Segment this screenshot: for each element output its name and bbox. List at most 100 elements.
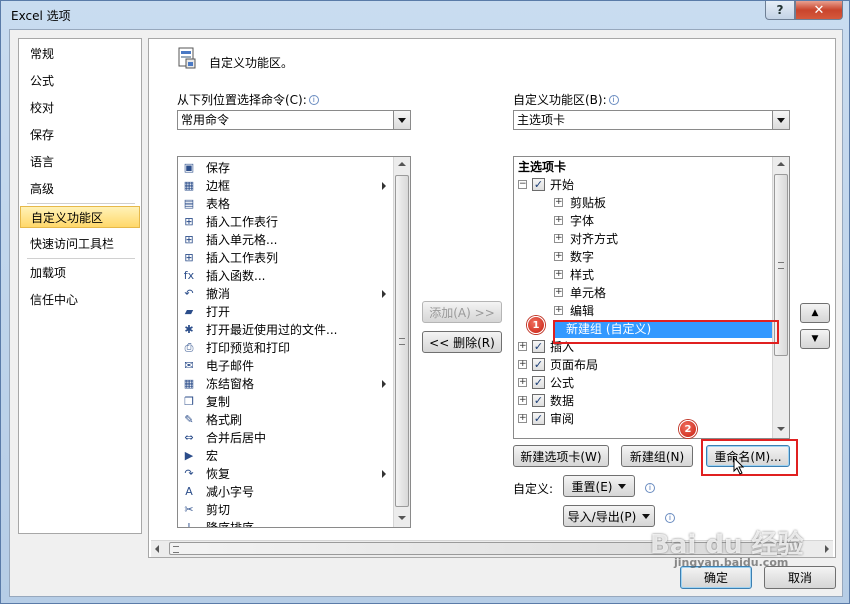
command-item[interactable]: ✎ 格式刷	[182, 411, 392, 429]
tree-group-node[interactable]: + 单元格	[514, 284, 772, 302]
command-item[interactable]: ▦ 边框	[182, 177, 392, 195]
help-button[interactable]: ?	[765, 1, 795, 20]
nav-item-formulas[interactable]: 公式	[20, 70, 140, 92]
ribbon-tree-scrollbar[interactable]	[772, 157, 789, 438]
command-item[interactable]: ⊞ 插入工作表列	[182, 249, 392, 267]
nav-item-add-ins[interactable]: 加载项	[20, 262, 140, 284]
scroll-thumb[interactable]	[395, 175, 409, 507]
command-item[interactable]: ⊞ 插入工作表行	[182, 213, 392, 231]
expand-icon[interactable]: +	[518, 342, 527, 351]
tree-tab-node[interactable]: + ✓ 数据	[514, 392, 772, 410]
new-tab-button[interactable]: 新建选项卡(W)	[513, 445, 609, 467]
command-item[interactable]: ⇔ 合并后居中	[182, 429, 392, 447]
expand-icon[interactable]: +	[554, 198, 563, 207]
format-painter-icon: ✎	[184, 413, 194, 426]
commands-list[interactable]: ▣ 保存 ▦ 边框 ▤ 表格 ⊞ 插入工作表行 ⊞ 插入单元格... ⊞ 插入工作表列 fx 插入函数..…	[177, 156, 411, 528]
tab-checkbox[interactable]: ✓	[532, 340, 545, 353]
tab-checkbox[interactable]: ✓	[532, 412, 545, 425]
expand-icon[interactable]: +	[518, 414, 527, 423]
command-item[interactable]: ▰ 打开	[182, 303, 392, 321]
tab-checkbox[interactable]: ✓	[532, 376, 545, 389]
nav-item-save[interactable]: 保存	[20, 124, 140, 146]
scroll-right-icon[interactable]	[825, 545, 829, 553]
title-bar[interactable]: Excel 选项 ? ✕	[1, 1, 849, 29]
command-item[interactable]: ▦ 冻结窗格	[182, 375, 392, 393]
chevron-down-icon[interactable]	[772, 111, 789, 129]
expand-icon[interactable]: +	[554, 306, 563, 315]
commands-list-scrollbar[interactable]	[393, 157, 410, 527]
nav-item-proofing[interactable]: 校对	[20, 97, 140, 119]
close-button[interactable]: ✕	[795, 1, 843, 20]
command-item[interactable]: ⎙ 打印预览和打印	[182, 339, 392, 357]
remove-button[interactable]: << 删除(R)	[422, 331, 502, 353]
tree-group-node[interactable]: + 样式	[514, 266, 772, 284]
nav-item-customize-ribbon[interactable]: 自定义功能区	[20, 206, 140, 228]
ribbon-tabs-combo[interactable]: 主选项卡	[513, 110, 790, 130]
collapse-icon[interactable]: −	[518, 180, 527, 189]
command-item[interactable]: ✂ 剪切	[182, 501, 392, 519]
info-icon: i	[645, 483, 655, 493]
command-item[interactable]: ✱ 打开最近使用过的文件...	[182, 321, 392, 339]
nav-item-trust-center[interactable]: 信任中心	[20, 289, 140, 311]
insert-column-icon: ⊞	[184, 251, 194, 264]
command-item[interactable]: ⊞ 插入单元格...	[182, 231, 392, 249]
recent-files-icon: ✱	[184, 323, 194, 336]
tree-group-node[interactable]: + 字体	[514, 212, 772, 230]
tree-tab-node[interactable]: + ✓ 公式	[514, 374, 772, 392]
move-down-button[interactable]: ▼	[800, 329, 830, 349]
tree-group-node[interactable]: + 编辑	[514, 302, 772, 320]
tree-group-node[interactable]: + 数字	[514, 248, 772, 266]
command-item[interactable]: fx 插入函数...	[182, 267, 392, 285]
nav-item-advanced[interactable]: 高级	[20, 178, 140, 200]
scroll-up-icon[interactable]	[394, 157, 410, 173]
tab-checkbox[interactable]: ✓	[532, 358, 545, 371]
choose-commands-combo[interactable]: 常用命令	[177, 110, 411, 130]
cancel-button[interactable]: 取消	[764, 566, 836, 589]
command-item[interactable]: ▣ 保存	[182, 159, 392, 177]
tree-tab-node[interactable]: + ✓ 审阅	[514, 410, 772, 428]
command-item[interactable]: ↓ 降序排序	[182, 519, 392, 527]
command-item[interactable]: ▤ 表格	[182, 195, 392, 213]
command-item[interactable]: ❐ 复制	[182, 393, 392, 411]
move-up-button[interactable]: ▲	[800, 303, 830, 323]
command-item[interactable]: A 减小字号	[182, 483, 392, 501]
tree-tab-node[interactable]: − ✓ 开始	[514, 176, 772, 194]
tree-tab-node[interactable]: + ✓ 页面布局	[514, 356, 772, 374]
scroll-up-icon[interactable]	[773, 157, 789, 173]
nav-item-general[interactable]: 常规	[20, 43, 140, 65]
expand-icon[interactable]: +	[554, 288, 563, 297]
expand-icon[interactable]: +	[554, 270, 563, 279]
expand-icon[interactable]: +	[518, 396, 527, 405]
ok-button[interactable]: 确定	[680, 566, 752, 589]
scroll-left-icon[interactable]	[155, 545, 159, 553]
chevron-down-icon	[618, 483, 627, 489]
tab-checkbox[interactable]: ✓	[532, 394, 545, 407]
command-item[interactable]: ↶ 撤消	[182, 285, 392, 303]
nav-item-language[interactable]: 语言	[20, 151, 140, 173]
expand-icon[interactable]: +	[554, 234, 563, 243]
expand-icon[interactable]: +	[554, 216, 563, 225]
chevron-down-icon[interactable]	[393, 111, 410, 129]
mouse-cursor-icon	[733, 457, 745, 475]
add-button[interactable]: 添加(A) >>	[422, 301, 502, 323]
expand-icon[interactable]: +	[554, 252, 563, 261]
expand-icon[interactable]: +	[518, 378, 527, 387]
expand-icon[interactable]: +	[518, 360, 527, 369]
import-export-label: 导入/导出(P)	[567, 509, 637, 524]
macro-icon: ▶	[184, 449, 194, 462]
command-item[interactable]: ↷ 恢复	[182, 465, 392, 483]
tree-group-node[interactable]: + 对齐方式	[514, 230, 772, 248]
tree-group-node[interactable]: + 剪贴板	[514, 194, 772, 212]
command-item[interactable]: ✉ 电子邮件	[182, 357, 392, 375]
command-item-label: 插入函数...	[206, 269, 266, 283]
new-group-button[interactable]: 新建组(N)	[621, 445, 693, 467]
scroll-down-icon[interactable]	[394, 510, 410, 526]
reset-button[interactable]: 重置(E)	[563, 475, 635, 497]
tree-node-label: 数字	[570, 250, 595, 264]
nav-item-quick-access-toolbar[interactable]: 快速访问工具栏	[20, 233, 140, 255]
ribbon-tree[interactable]: 主选项卡 − ✓ 开始 + 剪贴板 + 字体 + 对齐方式 + 数字 + 样式 + 单元格 + 编辑 新建组 (自…	[513, 156, 790, 439]
tab-checkbox[interactable]: ✓	[532, 178, 545, 191]
import-export-button[interactable]: 导入/导出(P)	[563, 505, 655, 527]
scroll-down-icon[interactable]	[773, 421, 789, 437]
command-item[interactable]: ▶ 宏	[182, 447, 392, 465]
